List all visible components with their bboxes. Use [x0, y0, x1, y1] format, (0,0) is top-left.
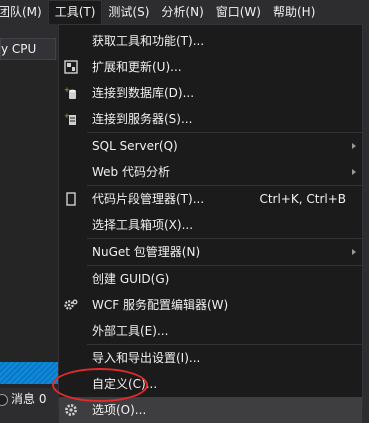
menu-item-label: 选择工具箱项(X)...	[92, 218, 194, 232]
menu-item-extensions[interactable]: 扩展和更新(U)...	[59, 54, 362, 80]
menu-help[interactable]: 帮助(H)	[267, 0, 321, 24]
tools-dropdown-menu: 获取工具和功能(T)... 扩展和更新(U)... + 连接到数据库(D)...…	[58, 24, 363, 423]
menu-item-shortcut: Ctrl+K, Ctrl+B	[259, 192, 346, 206]
menu-item-label: Web 代码分析	[92, 165, 170, 179]
menu-item-label: 外部工具(E)...	[92, 324, 169, 338]
wcf-gear-icon	[63, 297, 79, 313]
submenu-arrow-icon	[352, 143, 356, 149]
menu-item-connect-database[interactable]: + 连接到数据库(D)...	[59, 80, 362, 106]
menu-item-nuget[interactable]: NuGet 包管理器(N)	[59, 239, 362, 265]
messages-tab[interactable]: 消息 0	[0, 388, 58, 410]
menu-item-customize[interactable]: 自定义(C)...	[59, 371, 362, 397]
menu-item-label: WCF 服务配置编辑器(W)	[92, 298, 229, 312]
window-edge	[363, 24, 369, 410]
menu-window[interactable]: 窗口(W)	[210, 0, 267, 24]
menu-item-get-tools[interactable]: 获取工具和功能(T)...	[59, 28, 362, 54]
menu-bar: 团队(M) 工具(T) 测试(S) 分析(N) 窗口(W) 帮助(H)	[0, 0, 369, 25]
menu-item-wcf-editor[interactable]: WCF 服务配置编辑器(W)	[59, 292, 362, 318]
menu-item-connect-server[interactable]: + 连接到服务器(S)...	[59, 106, 362, 132]
menu-analyze[interactable]: 分析(N)	[155, 0, 209, 24]
menu-item-create-guid[interactable]: 创建 GUID(G)	[59, 266, 362, 292]
messages-label: 消息 0	[11, 392, 47, 406]
submenu-arrow-icon	[352, 249, 356, 255]
connect-server-icon: +	[63, 111, 79, 127]
menu-item-label: SQL Server(Q)	[92, 139, 178, 153]
status-bar	[0, 362, 58, 384]
menu-team[interactable]: 团队(M)	[0, 0, 48, 24]
menu-item-import-export-settings[interactable]: 导入和导出设置(I)...	[59, 345, 362, 371]
menu-item-options[interactable]: 选项(O)...	[59, 397, 362, 423]
menu-item-snippet-manager[interactable]: 代码片段管理器(T)... Ctrl+K, Ctrl+B	[59, 186, 362, 212]
menu-tools[interactable]: 工具(T)	[47, 0, 103, 25]
connect-database-icon: +	[63, 85, 79, 101]
options-gear-icon	[63, 402, 79, 418]
menu-test[interactable]: 测试(S)	[102, 0, 155, 24]
submenu-arrow-icon	[352, 169, 356, 175]
menu-item-label: 扩展和更新(U)...	[92, 60, 182, 74]
menu-item-label: 代码片段管理器(T)...	[92, 192, 205, 206]
menu-item-label: 获取工具和功能(T)...	[92, 34, 205, 48]
menu-item-choose-toolbox-items[interactable]: 选择工具箱项(X)...	[59, 212, 362, 238]
platform-dropdown[interactable]: y CPU	[0, 38, 56, 60]
menu-item-label: 选项(O)...	[92, 403, 147, 417]
menu-item-label: 自定义(C)...	[92, 377, 158, 391]
menu-item-label: NuGet 包管理器(N)	[92, 245, 201, 259]
menu-item-external-tools[interactable]: 外部工具(E)...	[59, 318, 362, 344]
editor-panel	[0, 60, 58, 410]
extensions-icon	[63, 59, 79, 75]
menu-item-sql-server[interactable]: SQL Server(Q)	[59, 133, 362, 159]
messages-icon	[0, 393, 8, 406]
menu-item-web-code-analysis[interactable]: Web 代码分析	[59, 159, 362, 185]
menu-item-label: 创建 GUID(G)	[92, 272, 170, 286]
menu-item-label: 连接到服务器(S)...	[92, 112, 193, 126]
menu-item-label: 连接到数据库(D)...	[92, 86, 195, 100]
snippet-icon	[63, 191, 79, 207]
menu-item-label: 导入和导出设置(I)...	[92, 351, 201, 365]
